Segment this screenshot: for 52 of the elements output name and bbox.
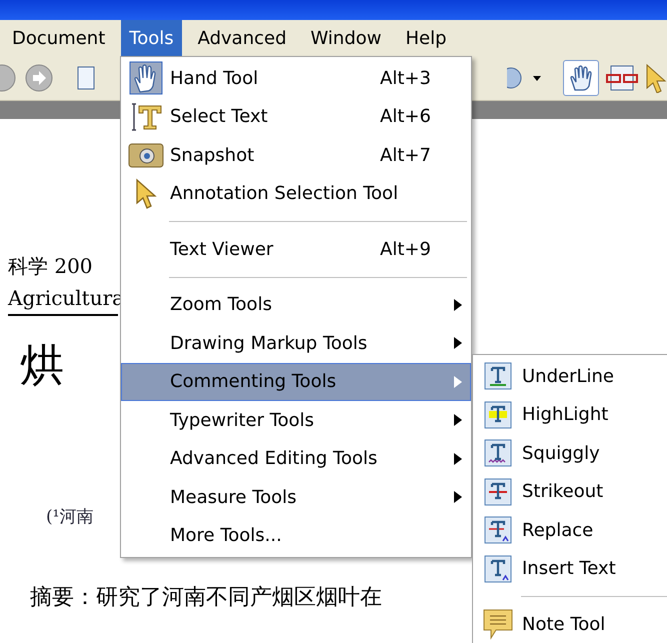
menu-item[interactable]: Advanced <box>190 20 295 56</box>
submenu-arrow-icon <box>454 376 462 388</box>
menu-item[interactable]: Document <box>4 20 114 56</box>
select-text-icon <box>129 102 163 132</box>
menu-entry[interactable]: Replace <box>473 511 667 550</box>
back-icon[interactable] <box>0 63 18 93</box>
menu-entry[interactable]: UnderLine <box>473 357 667 396</box>
menu-entry[interactable]: HighLight <box>473 396 667 434</box>
submenu-arrow-icon <box>454 337 462 350</box>
replace-icon <box>484 516 512 544</box>
menu-entry[interactable]: Strikeout <box>473 472 667 511</box>
menu-item[interactable]: Tools <box>121 20 182 56</box>
cursor-icon <box>135 178 157 210</box>
menu-entry[interactable]: Zoom Tools <box>121 286 471 324</box>
document-text: 摘要：研究了河南不同产烟区烟叶在 <box>29 584 382 612</box>
menu-entry[interactable]: Annotation Selection Tool <box>121 174 471 213</box>
document-text: (¹河南 <box>45 506 94 528</box>
submenu-arrow-icon <box>454 298 462 311</box>
document-text: 烘 <box>19 339 64 393</box>
menu-entry[interactable]: Commenting Tools <box>121 362 471 401</box>
menu-entry[interactable]: Hand Tool Alt+3 <box>121 59 471 98</box>
menu-entry[interactable]: Typewriter Tools <box>121 401 471 440</box>
squiggly-icon <box>484 439 512 468</box>
submenu-arrow-icon <box>454 414 462 426</box>
cursor-icon[interactable] <box>645 63 667 93</box>
submenu-arrow-icon <box>454 491 462 504</box>
highlight-icon <box>484 400 512 429</box>
caret-icon[interactable] <box>531 73 543 83</box>
menu-entry[interactable]: Drawing Markup Tools <box>121 324 471 362</box>
menu-entry[interactable]: Measure Tools <box>121 478 471 516</box>
hand-tool-button[interactable] <box>563 60 599 96</box>
menu-item[interactable]: Help <box>398 20 455 56</box>
document-text: 科学 200 <box>8 253 93 280</box>
menu-entry[interactable]: Insert Text <box>473 550 667 588</box>
submenu-arrow-icon <box>454 452 462 465</box>
document-text: Agricultura <box>8 286 118 316</box>
strikeout-icon <box>484 478 512 506</box>
menu-entry[interactable]: Snapshot Alt+7 <box>121 136 471 174</box>
camera-icon <box>128 141 164 170</box>
menu-entry[interactable]: Note Tool <box>473 605 667 643</box>
menu-entry[interactable]: Squiggly <box>473 434 667 472</box>
insert-text-icon <box>484 554 512 583</box>
menu-entry[interactable]: More Tools... <box>121 516 471 555</box>
menu-entry[interactable]: Text Viewer Alt+9 <box>121 230 471 268</box>
glasses-icon[interactable] <box>605 63 639 93</box>
note-icon <box>482 608 514 640</box>
forward-icon[interactable] <box>24 63 54 93</box>
hand-icon <box>129 61 163 96</box>
menu-entry[interactable]: Advanced Editing Tools <box>121 440 471 478</box>
menu-entry[interactable]: Select Text Alt+6 <box>121 98 471 136</box>
menu-item[interactable]: Window <box>302 20 390 56</box>
underline-icon <box>484 362 512 390</box>
